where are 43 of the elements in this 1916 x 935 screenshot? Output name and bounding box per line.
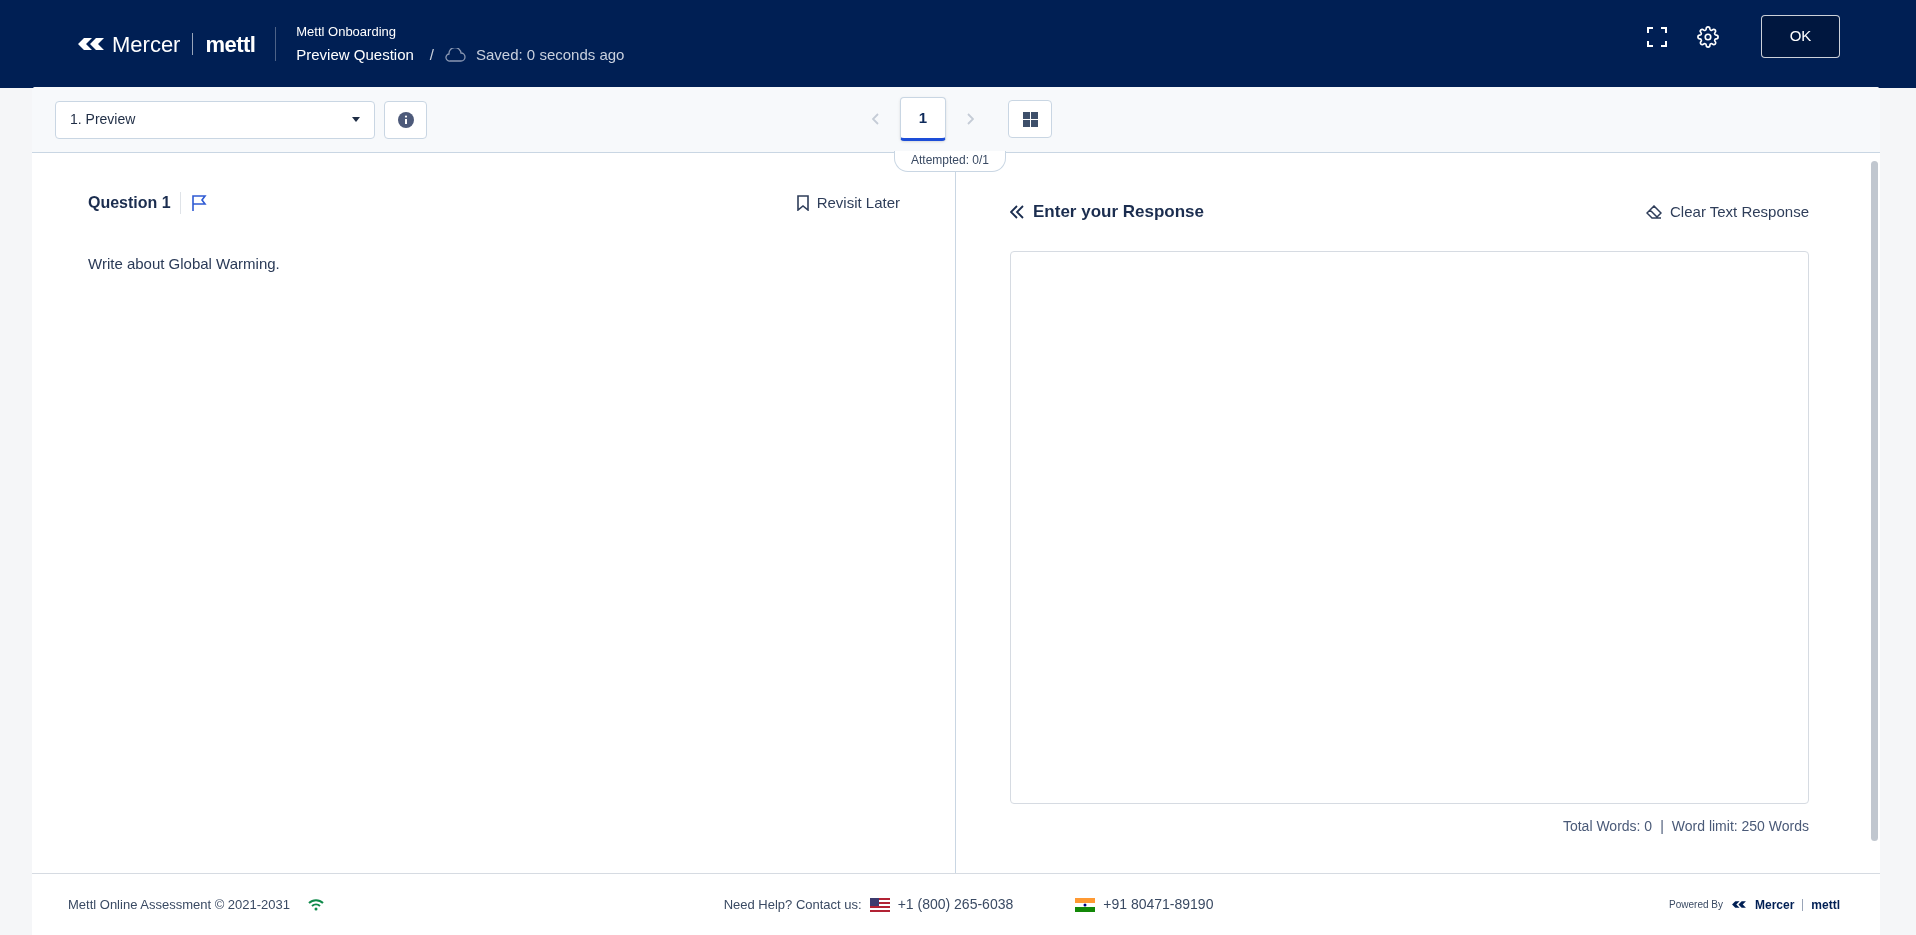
grid-view-button[interactable] [1008, 100, 1052, 138]
help-text: Need Help? Contact us: [723, 895, 862, 914]
question-title: Question 1 [88, 193, 171, 213]
attempted-count: Attempted: 0/1 [894, 151, 1007, 172]
eraser-icon [1646, 204, 1663, 219]
breadcrumb-separator: / [429, 44, 434, 65]
logo-icon [76, 36, 106, 52]
info-button[interactable] [384, 100, 427, 139]
response-field[interactable] [1010, 250, 1809, 804]
word-limit: Word limit: 250 Words [1671, 816, 1809, 836]
powered-by-text: Powered By [1669, 898, 1723, 912]
flag-icon[interactable] [189, 194, 208, 212]
grid-icon [1022, 111, 1038, 127]
fullscreen-icon[interactable] [1647, 26, 1667, 47]
product-name: mettl [1811, 896, 1840, 914]
revisit-later-button[interactable]: Revisit Later [796, 191, 900, 215]
clear-text-response-button[interactable]: Clear Text Response [1646, 200, 1809, 223]
flag-icon [1075, 897, 1096, 912]
settings-icon[interactable] [1697, 25, 1719, 48]
save-status: Saved: 0 seconds ago [476, 44, 625, 65]
course-title: Mettl Onboarding [296, 23, 397, 41]
caret-icon [352, 117, 360, 122]
phone-number: +1 (800) 265-6038 [897, 895, 1014, 914]
info-icon [397, 111, 414, 128]
page-title: Preview Question [296, 44, 414, 65]
ok-button[interactable]: OK [1761, 15, 1840, 58]
response-title: Enter your Response [1033, 201, 1204, 223]
flag-icon [869, 897, 890, 912]
section-dropdown[interactable]: 1. Preview [55, 100, 375, 139]
brand-name: Mercer [1754, 896, 1795, 914]
question-text: Write about Global Warming. [88, 254, 281, 274]
double-chevron-icon[interactable] [1010, 204, 1024, 219]
cloud-icon [444, 47, 466, 62]
wifi-icon [308, 898, 325, 911]
copyright-text: Mettl Online Assessment © 2021-2031 [68, 895, 291, 914]
bookmark-icon [796, 195, 809, 211]
total-words: Total Words: 0 [1562, 816, 1653, 836]
page-number-button[interactable]: 1 [900, 97, 946, 141]
logo-icon [1730, 900, 1747, 909]
product-name: mettl [205, 30, 256, 59]
brand-name: Mercer [112, 30, 181, 59]
separator: | [1660, 816, 1664, 836]
phone-number: +91 80471-89190 [1103, 895, 1214, 914]
